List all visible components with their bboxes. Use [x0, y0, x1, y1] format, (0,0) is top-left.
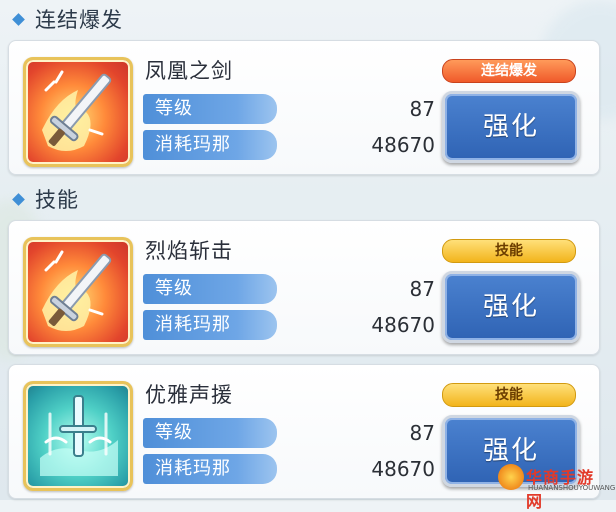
enhance-button[interactable]: 强化	[442, 91, 580, 163]
mana-cost-row: 消耗玛那 48670	[143, 454, 435, 484]
enhance-button[interactable]: 强化	[442, 271, 580, 343]
skill-type-badge: 技能	[442, 383, 576, 407]
level-value: 87	[409, 421, 435, 445]
level-row: 等级 87	[143, 274, 435, 304]
mana-cost-value: 48670	[371, 457, 435, 481]
level-row: 等级 87	[143, 94, 435, 124]
water-sword-icon[interactable]	[23, 381, 133, 491]
skill-type-badge: 技能	[442, 239, 576, 263]
skill-name: 烈焰斩击	[145, 239, 233, 263]
mana-cost-label: 消耗玛那	[143, 130, 277, 160]
mana-cost-row: 消耗玛那 48670	[143, 310, 435, 340]
section-header-link-burst: 连结爆发	[10, 4, 123, 34]
level-label: 等级	[143, 274, 277, 304]
level-label: 等级	[143, 94, 277, 124]
skill-name: 凤凰之剑	[145, 59, 233, 83]
diamond-bullet-icon	[12, 192, 25, 206]
level-value: 87	[409, 277, 435, 301]
skill-type-badge: 连结爆发	[442, 59, 576, 83]
flaming-sword-icon[interactable]	[23, 237, 133, 347]
section-header-skills: 技能	[10, 184, 79, 214]
skill-card-flame-slash: 烈焰斩击 等级 87 消耗玛那 48670 技能 强化	[8, 220, 600, 355]
watermark-subtext: HUANANSHOUYOUWANG	[528, 484, 616, 492]
level-value: 87	[409, 97, 435, 121]
mana-cost-label: 消耗玛那	[143, 454, 277, 484]
section-title: 连结爆发	[35, 8, 123, 32]
section-title: 技能	[35, 188, 79, 212]
mana-cost-row: 消耗玛那 48670	[143, 130, 435, 160]
mana-cost-label: 消耗玛那	[143, 310, 277, 340]
mana-cost-value: 48670	[371, 313, 435, 337]
level-label: 等级	[143, 418, 277, 448]
watermark-logo-icon	[498, 464, 524, 490]
skill-name: 优雅声援	[145, 383, 233, 407]
diamond-bullet-icon	[12, 12, 25, 26]
skill-card-phoenix-sword: 凤凰之剑 等级 87 消耗玛那 48670 连结爆发 强化	[8, 40, 600, 175]
watermark: 华商手游网 HUANANSHOUYOUWANG	[498, 462, 615, 511]
flaming-sword-icon[interactable]	[23, 57, 133, 167]
level-row: 等级 87	[143, 418, 435, 448]
mana-cost-value: 48670	[371, 133, 435, 157]
